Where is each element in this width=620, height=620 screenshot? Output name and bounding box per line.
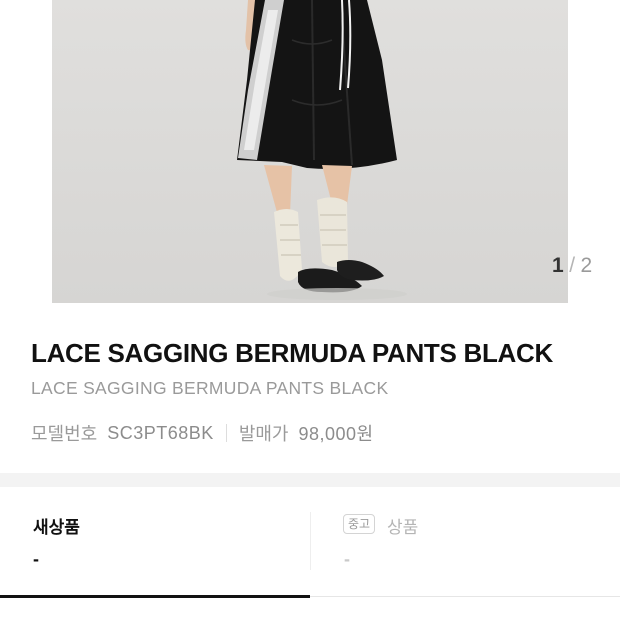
tab-used-product[interactable]: 중고 상품 -	[310, 512, 620, 570]
model-number-label: 모델번호	[31, 424, 98, 444]
section-gap	[0, 473, 620, 487]
product-photo-illustration	[52, 0, 568, 303]
tab-used-price: -	[344, 549, 350, 569]
meta-divider	[225, 424, 227, 442]
tab-active-indicator	[0, 595, 310, 598]
product-info: LACE SAGGING BERMUDA PANTS BLACK LACE SA…	[0, 303, 620, 473]
product-subtitle: LACE SAGGING BERMUDA PANTS BLACK	[31, 378, 389, 398]
used-badge: 중고	[343, 514, 376, 534]
tab-new-product[interactable]: 새상품 -	[0, 487, 310, 599]
tab-used-label: 상품	[387, 518, 419, 537]
pager-separator: /	[569, 254, 576, 277]
gallery-pager: 1/2	[552, 254, 593, 278]
tab-new-price: -	[33, 549, 39, 569]
condition-tabs: 새상품 - 중고 상품 -	[0, 487, 620, 620]
model-number-value: SC3PT68BK	[107, 422, 214, 443]
pager-current: 1	[552, 254, 565, 277]
tab-new-label: 새상품	[33, 518, 80, 537]
product-photo[interactable]	[52, 0, 568, 303]
product-gallery[interactable]: 1/2	[0, 0, 620, 303]
pager-total: 2	[580, 254, 593, 277]
product-meta: 모델번호 SC3PT68BK 발매가 98,000원	[31, 420, 374, 446]
release-price-value: 98,000원	[298, 424, 374, 444]
release-price-label: 발매가	[238, 424, 289, 444]
product-title: LACE SAGGING BERMUDA PANTS BLACK	[31, 338, 553, 368]
tab-divider-line	[310, 596, 620, 597]
